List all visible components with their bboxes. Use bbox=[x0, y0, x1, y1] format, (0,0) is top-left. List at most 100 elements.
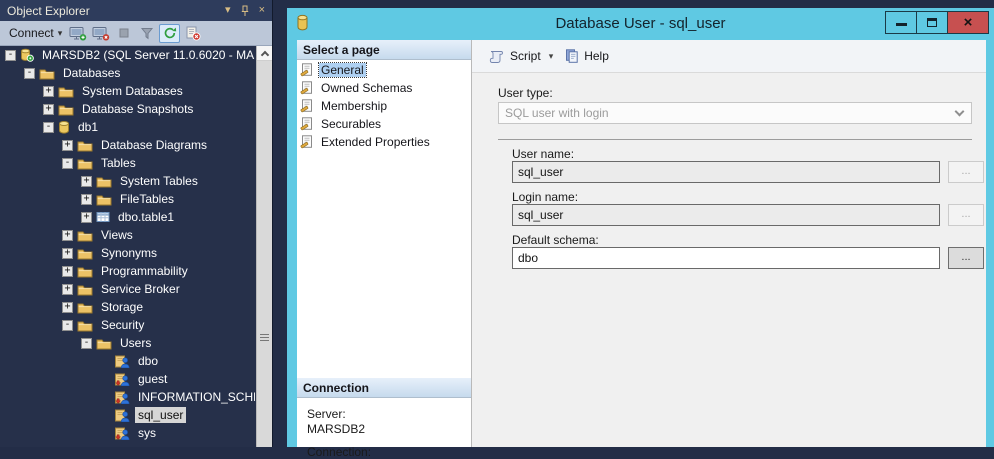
help-button[interactable]: Help bbox=[561, 46, 613, 66]
tree-item-system-databases[interactable]: + System Databases bbox=[1, 82, 255, 100]
tree-item-label: Service Broker bbox=[98, 281, 183, 297]
close-button[interactable]: × bbox=[947, 11, 989, 34]
scroll-up-button[interactable] bbox=[257, 46, 272, 61]
expand-icon[interactable]: + bbox=[62, 266, 73, 277]
minimize-button[interactable] bbox=[885, 11, 917, 34]
script-error-icon bbox=[185, 26, 201, 41]
help-label: Help bbox=[584, 49, 609, 63]
folder-icon bbox=[77, 157, 93, 170]
tree-item-databases[interactable]: - Databases bbox=[1, 64, 255, 82]
tree-item-label: Views bbox=[98, 227, 136, 243]
dialog-content: Script ▾ Help User type: SQL user with l… bbox=[472, 40, 986, 447]
collapse-icon[interactable]: - bbox=[62, 158, 73, 169]
tree-item-marsdb2[interactable]: - MARSDB2 (SQL Server 11.0.6020 - MARSD bbox=[1, 46, 255, 64]
page-item-membership[interactable]: Membership bbox=[297, 97, 471, 114]
default-schema-browse-button[interactable]: ... bbox=[948, 247, 984, 269]
user-type-select[interactable]: SQL user with login bbox=[498, 102, 972, 124]
script-button[interactable]: Script bbox=[484, 46, 545, 66]
user-icon bbox=[115, 409, 130, 422]
tree-item-label: sys bbox=[135, 425, 159, 441]
filter-button[interactable] bbox=[136, 24, 157, 43]
expand-icon[interactable]: + bbox=[43, 86, 54, 97]
folder-icon bbox=[77, 265, 93, 278]
tree-item-label: MARSDB2 (SQL Server 11.0.6020 - MARSD bbox=[39, 47, 255, 63]
folder-icon bbox=[58, 103, 74, 116]
filter-icon bbox=[140, 26, 154, 40]
scrollbar-grip bbox=[260, 334, 269, 343]
tree-item-service-broker[interactable]: + Service Broker bbox=[1, 280, 255, 298]
expand-icon[interactable]: + bbox=[62, 284, 73, 295]
tree-item-label: db1 bbox=[75, 119, 101, 135]
tree-item-db1[interactable]: - db1 bbox=[1, 118, 255, 136]
tree-item-database-diagrams[interactable]: + Database Diagrams bbox=[1, 136, 255, 154]
tree-item-users[interactable]: - Users bbox=[1, 334, 255, 352]
tree-item-label: dbo.table1 bbox=[115, 209, 177, 225]
expand-icon[interactable]: + bbox=[62, 140, 73, 151]
tree-item-sys[interactable]: sys bbox=[1, 424, 255, 442]
expand-icon[interactable]: + bbox=[81, 212, 92, 223]
server-icon bbox=[20, 48, 34, 62]
collapse-icon[interactable]: - bbox=[62, 320, 73, 331]
page-item-securables[interactable]: Securables bbox=[297, 115, 471, 132]
connection-header: Connection bbox=[297, 378, 471, 398]
user-icon bbox=[115, 355, 130, 368]
page-icon bbox=[300, 117, 314, 131]
disable-script-button[interactable] bbox=[182, 24, 203, 43]
expand-icon[interactable]: + bbox=[62, 302, 73, 313]
expand-icon[interactable]: + bbox=[81, 194, 92, 205]
connect-button[interactable]: Connect ▾ bbox=[6, 24, 65, 42]
expand-icon[interactable]: + bbox=[62, 230, 73, 241]
user-disabled-icon bbox=[115, 391, 130, 404]
tree-item-synonyms[interactable]: + Synonyms bbox=[1, 244, 255, 262]
help-icon bbox=[565, 49, 579, 63]
login-name-input[interactable] bbox=[512, 204, 940, 226]
tree-item-dbo-table1[interactable]: + dbo.table1 bbox=[1, 208, 255, 226]
server-value: MARSDB2 bbox=[307, 422, 471, 436]
login-name-browse-button[interactable]: ... bbox=[948, 204, 984, 226]
tree-item-guest[interactable]: guest bbox=[1, 370, 255, 388]
page-item-general[interactable]: General bbox=[297, 61, 471, 78]
collapse-icon[interactable]: - bbox=[5, 50, 16, 61]
tree-item-information-schema[interactable]: INFORMATION_SCHEM bbox=[1, 388, 255, 406]
page-item-owned-schemas[interactable]: Owned Schemas bbox=[297, 79, 471, 96]
tree-item-system-tables[interactable]: + System Tables bbox=[1, 172, 255, 190]
close-icon: × bbox=[964, 12, 973, 33]
tree-scrollbar[interactable] bbox=[256, 46, 272, 447]
page-item-label: General bbox=[319, 63, 366, 77]
page-icon bbox=[300, 81, 314, 95]
expand-icon[interactable]: + bbox=[81, 176, 92, 187]
disconnect-server-button[interactable] bbox=[90, 24, 111, 43]
tree-item-sql-user[interactable]: sql_user bbox=[1, 406, 255, 424]
select-a-page-pane: Select a page General Owned Schemas Memb… bbox=[297, 40, 472, 447]
tree-item-programmability[interactable]: + Programmability bbox=[1, 262, 255, 280]
collapse-icon[interactable]: - bbox=[43, 122, 54, 133]
dialog-titlebar[interactable]: Database User - sql_user × bbox=[287, 8, 994, 40]
collapse-icon[interactable]: - bbox=[24, 68, 35, 79]
maximize-button[interactable] bbox=[916, 11, 948, 34]
tree-item-label: FileTables bbox=[117, 191, 177, 207]
tree-item-database-snapshots[interactable]: + Database Snapshots bbox=[1, 100, 255, 118]
collapse-icon[interactable]: - bbox=[81, 338, 92, 349]
tree-item-storage[interactable]: + Storage bbox=[1, 298, 255, 316]
tree-item-security[interactable]: - Security bbox=[1, 316, 255, 334]
expand-icon[interactable]: + bbox=[62, 248, 73, 259]
user-name-input[interactable] bbox=[512, 161, 940, 183]
page-icon bbox=[300, 135, 314, 149]
tree-item-filetables[interactable]: + FileTables bbox=[1, 190, 255, 208]
page-item-extended-properties[interactable]: Extended Properties bbox=[297, 133, 471, 150]
refresh-button[interactable] bbox=[159, 24, 180, 43]
refresh-icon bbox=[163, 26, 177, 40]
connect-server-button[interactable] bbox=[67, 24, 88, 43]
window-position-menu-icon[interactable]: ▾ bbox=[225, 5, 231, 16]
tree-item-views[interactable]: + Views bbox=[1, 226, 255, 244]
user-name-browse-button[interactable]: ... bbox=[948, 161, 984, 183]
tree-item-dbo[interactable]: dbo bbox=[1, 352, 255, 370]
tree-item-tables[interactable]: - Tables bbox=[1, 154, 255, 172]
pin-icon[interactable] bbox=[240, 5, 250, 17]
stop-button[interactable] bbox=[113, 24, 134, 43]
expand-icon[interactable]: + bbox=[43, 104, 54, 115]
script-dropdown-icon[interactable]: ▾ bbox=[549, 51, 554, 62]
default-schema-input[interactable] bbox=[512, 247, 940, 269]
close-icon[interactable]: × bbox=[259, 5, 265, 16]
user-name-label: User name: bbox=[512, 147, 574, 161]
